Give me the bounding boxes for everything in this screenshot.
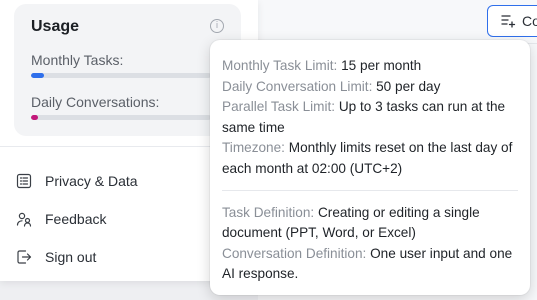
daily-conversations-label: Daily Conversations: [31,94,160,110]
menu-item-label: Feedback [45,211,107,227]
tooltip-monthly-limit: Monthly Task Limit: 15 per month [222,58,422,73]
menu-item-privacy-data[interactable]: Privacy & Data [16,169,216,193]
usage-title: Usage [31,18,80,35]
monthly-tasks-progress-fill [31,73,44,78]
info-icon[interactable]: i [210,19,224,33]
tooltip-task-definition: Task Definition: Creating or editing a s… [222,204,480,241]
usage-info-tooltip: Monthly Task Limit: 15 per month Daily C… [210,40,530,295]
menu-item-label: Sign out [45,249,97,265]
create-icon [501,15,516,28]
menu-item-label: Privacy & Data [45,173,138,189]
tooltip-divider [222,189,518,191]
tooltip-daily-limit: Daily Conversation Limit: 50 per day [222,78,441,94]
monthly-tasks-label: Monthly Tasks: [31,52,124,68]
monthly-tasks-progress [31,73,211,78]
usage-card: Usage i Monthly Tasks: 1/ Daily Conversa… [14,4,241,136]
create-button[interactable]: Co [487,5,537,37]
menu-item-feedback[interactable]: Feedback [16,207,216,231]
sign-out-icon [17,250,32,264]
tooltip-conversation-definition: Conversation Definition: One user input … [222,245,513,282]
tooltip-timezone: Timezone: Monthly limits reset on the la… [222,140,513,176]
daily-conversations-progress-fill [31,115,39,120]
people-icon [16,212,32,227]
list-icon [16,173,32,189]
menu-item-sign-out[interactable]: Sign out [16,245,216,269]
daily-conversations-progress [31,115,211,120]
create-button-label: Co [522,13,537,29]
tooltip-parallel-limit: Parallel Task Limit: Up to 3 tasks can r… [222,99,506,135]
